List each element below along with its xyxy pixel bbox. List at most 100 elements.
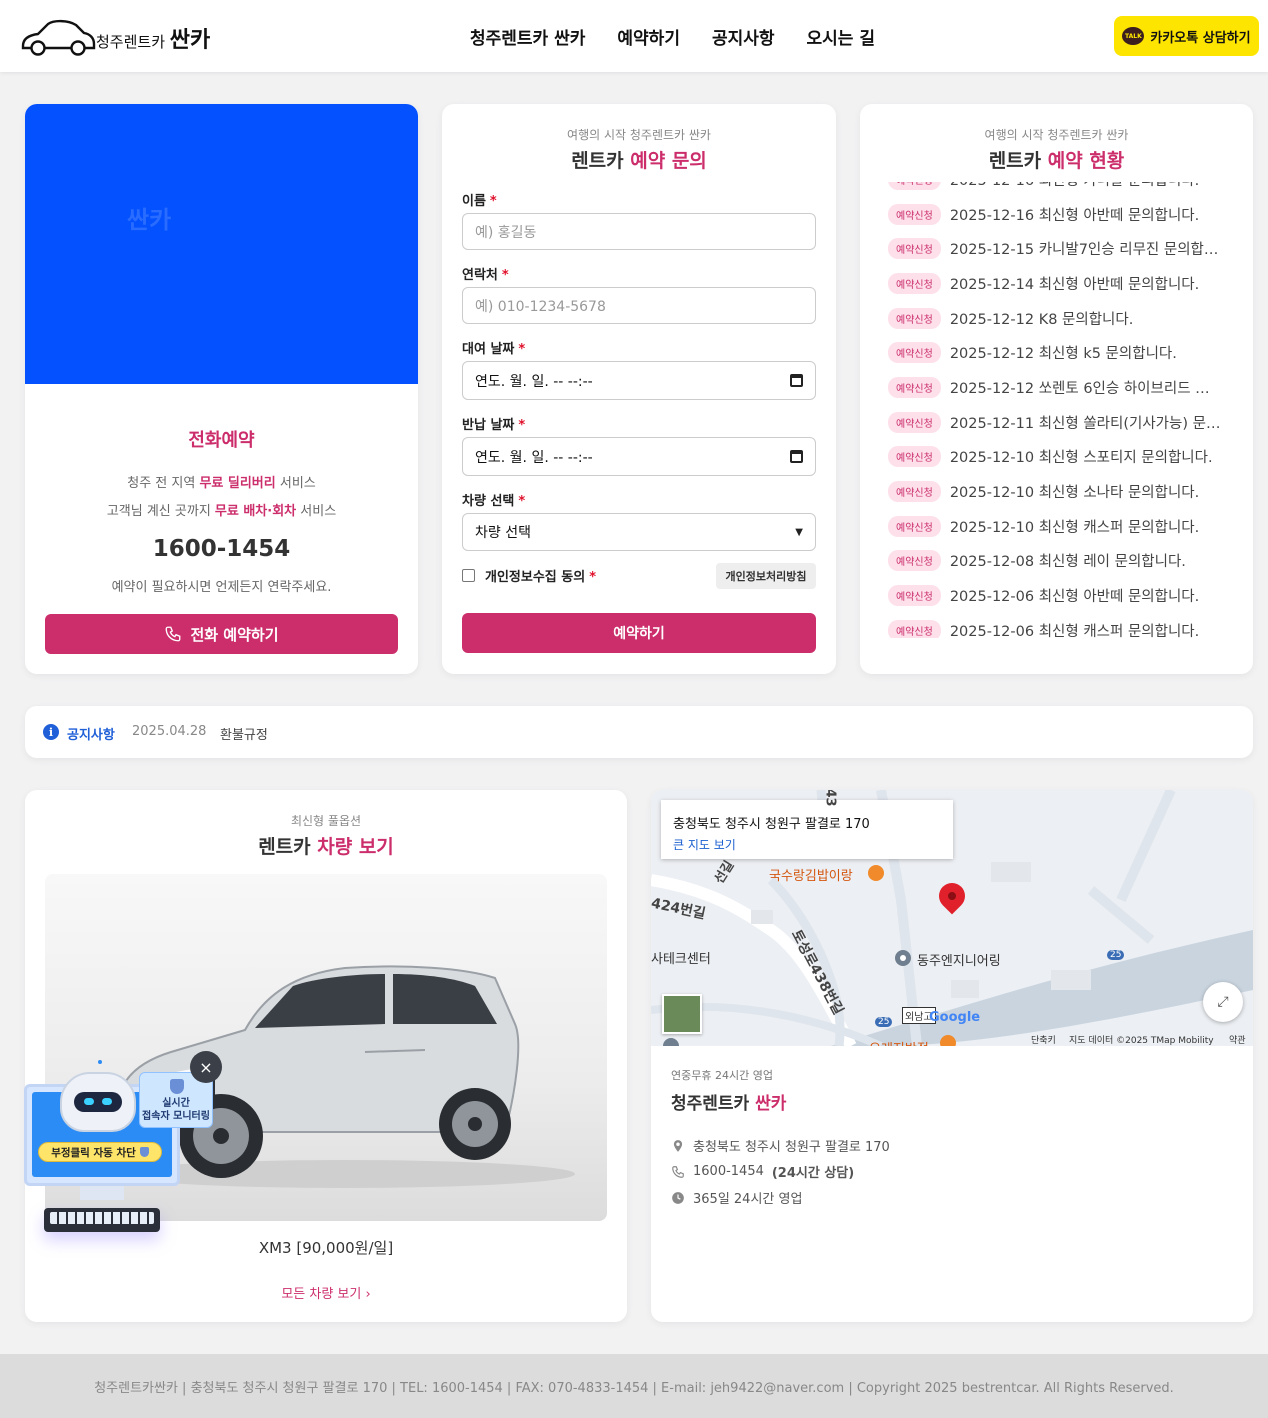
close-icon[interactable]: × [190,1051,222,1083]
kakao-consult-label: 카카오톡 상담하기 [1150,30,1251,46]
map-company-label[interactable]: 동주엔지니어링 [917,950,1001,969]
car-logo-icon [21,19,96,56]
calendar-icon[interactable] [790,374,803,387]
car-select[interactable]: 차량 선택 ▼ [462,513,816,551]
notice-item-link[interactable]: 환불규정 [220,724,268,743]
reservation-list-item[interactable]: 예약신청 2025-12-06 최신형 캐스퍼 문의합니다. [860,613,1253,638]
pickup-line-pre: 고객님 계신 곳까지 [106,504,215,519]
reservation-list-item[interactable]: 예약신청 2025-12-12 최신형 k5 문의합니다. [860,335,1253,370]
map-terms-link[interactable]: 약관 [1229,1033,1246,1046]
map-view[interactable]: 충청북도 청주시 청원구 팔결로 170 큰 지도 보기 국수랑김밥이랑 오레지… [651,790,1253,1046]
status-badge: 예약신청 [888,342,941,364]
return-date-input[interactable]: 연도. 월. 일. -- --:-- [462,437,816,476]
calendar-icon[interactable] [790,450,803,463]
map-poi-restaurant[interactable]: 국수랑김밥이랑 [769,865,853,884]
phone-icon [166,626,181,642]
info-icon: i [43,724,59,740]
nav-home[interactable]: 청주렌트카 싼카 [470,24,585,49]
map-route-marker: 25 [875,1017,893,1027]
kakao-consult-button[interactable]: TALK 카카오톡 상담하기 [1114,16,1259,56]
status-card-title: 렌트카 예약 현황 [860,146,1253,173]
map-info-popup: 충청북도 청주시 청원구 팔결로 170 큰 지도 보기 [661,800,953,859]
form-card-subtitle: 여행의 시작 청주렌트카 싼카 [567,128,711,142]
form-title-a: 렌트카 [571,150,631,172]
reservation-list-item[interactable]: 예약신청 2025-12-10 최신형 캐스퍼 문의합니다. [860,509,1253,544]
name-label-text: 이름 [462,194,486,209]
nav-directions[interactable]: 오시는 길 [807,24,875,49]
map-road-label: 43 [822,790,838,807]
monitor-widget[interactable]: 실시간 접속자 모니터링 부정클릭 자동 차단 × [22,1048,222,1248]
info-phone-row: 1600-1454 (24시간 상담) [671,1162,854,1181]
info-title-a: 청주렌트카 [671,1094,756,1114]
status-badge: 예약신청 [888,619,941,638]
satellite-toggle[interactable] [662,994,702,1034]
required-mark: * [518,494,526,509]
phone-reserve-label: 전화 예약하기 [190,625,279,644]
reservation-list-item[interactable]: 예약신청 2025-12-12 쏘렌토 6인승 하이브리드 문의합니다. [860,370,1253,405]
privacy-agree-checkbox[interactable] [462,569,475,582]
reservation-list-item[interactable]: 예약신청 2025-12-12 K8 문의합니다. [860,301,1253,336]
reservation-list-item[interactable]: 예약신청 2025-12-10 최신형 소나타 문의합니다. [860,474,1253,509]
submit-reservation-button[interactable]: 예약하기 [462,613,816,653]
main-nav: 청주렌트카 싼카 예약하기 공지사항 오시는 길 [470,24,875,49]
map-place-label: 사테크센터 [651,952,711,967]
chevron-down-icon: ▼ [795,526,803,538]
info-address: 충청북도 청주시 청원구 팔결로 170 [693,1140,890,1155]
contact-input[interactable]: 예) 010-1234-5678 [462,287,816,324]
shield-icon [170,1079,184,1094]
view-larger-map-link[interactable]: 큰 지도 보기 [673,836,736,853]
site-logo[interactable]: 청주렌트카 싼카 [20,14,240,58]
reservation-item-text: 2025-12-06 최신형 아반떼 문의합니다. [949,589,1200,606]
reservation-item-text: 2025-12-14 최신형 아반떼 문의합니다. [949,276,1200,293]
monitoring-line2: 접속자 모니터링 [142,1111,210,1122]
phone-reservation-card: 싼카 전화예약 청주 전 지역 무료 딜리버리 서비스 고객님 계신 곳까지 무… [25,104,418,674]
nav-notice[interactable]: 공지사항 [712,24,775,49]
reservation-list-item[interactable]: 예약신청 2025-12-16 최신형 카니발 문의합니다. [860,182,1253,197]
notice-label[interactable]: 공지사항 [67,724,115,743]
reservation-status-card: 여행의 시작 청주렌트카 싼카 렌트카 예약 현황 예약신청 2025-12-16… [860,104,1253,674]
info-phone[interactable]: 1600-1454 [693,1164,764,1179]
keyboard-keys [50,1212,154,1224]
status-badge: 예약신청 [888,411,941,433]
pickup-line: 고객님 계신 곳까지 무료 배차·회차 서비스 [25,500,418,519]
reservation-list[interactable]: 예약신청 2025-12-16 최신형 카니발 문의합니다. 예약신청 2025-12… [860,182,1253,638]
nav-reserve[interactable]: 예약하기 [617,24,680,49]
google-logo: Google [929,1010,981,1025]
reservation-list-item[interactable]: 예약신청 2025-12-10 최신형 스포티지 문의합니다. [860,440,1253,475]
reservation-list-item[interactable]: 예약신청 2025-12-14 최신형 아반떼 문의합니다. [860,266,1253,301]
all-cars-link[interactable]: 모든 차량 보기 › [25,1283,627,1302]
contact-label: 연락처 * [462,264,509,283]
info-phone-note: (24시간 상담) [771,1166,855,1181]
vehicles-card-subtitle: 최신형 풀옵션 [290,814,362,828]
privacy-policy-button[interactable]: 개인정보처리방침 [716,563,816,589]
map-route-marker: 25 [1107,950,1125,960]
status-title-b: 예약 현황 [1047,150,1125,172]
name-input[interactable]: 예) 홍길동 [462,213,816,250]
robot-eye-left [84,1098,94,1105]
reservation-list-item[interactable]: 예약신청 2025-12-16 최신형 아반떼 문의합니다. [860,197,1253,232]
notice-bar: i 공지사항 2025.04.28 환불규정 [25,706,1253,758]
info-title: 청주렌트카 싼카 [671,1089,786,1114]
phone-reserve-button[interactable]: 전화 예약하기 [45,614,398,654]
rent-date-label-text: 대여 날짜 [462,342,515,357]
required-mark: * [589,570,597,585]
pickup-line-strong: 무료 배차·회차 [214,504,297,519]
rent-date-input[interactable]: 연도. 월. 일. -- --:-- [462,361,816,400]
reservation-list-item[interactable]: 예약신청 2025-12-08 최신형 레이 문의합니다. [860,544,1253,579]
reservation-list-item[interactable]: 예약신청 2025-12-06 최신형 아반떼 문의합니다. [860,578,1253,613]
phone-note: 예약이 필요하시면 언제든지 연락주세요. [111,580,332,595]
info-hours: 365일 24시간 영업 [693,1192,803,1207]
status-title-a: 렌트카 [988,150,1048,172]
reservation-list-item[interactable]: 예약신청 2025-12-11 최신형 쏠라티(기사가능) 문의합니다. [860,405,1253,440]
info-title-b: 싼카 [755,1094,787,1114]
form-card-title: 렌트카 예약 문의 [442,146,836,173]
reservation-item-text: 2025-12-12 최신형 k5 문의합니다. [949,346,1177,363]
map-shortcuts-link[interactable]: 단축키 [1031,1033,1056,1046]
map-poi-restaurant2[interactable]: 오레지반점 [869,1038,929,1046]
status-badge: 예약신청 [888,272,941,294]
map-data-attribution: 지도 데이터 ©2025 TMap Mobility [1069,1036,1214,1046]
fullscreen-icon[interactable]: ⤢ [1203,982,1243,1022]
reservation-list-item[interactable]: 예약신청 2025-12-15 카니발7인승 리무진 문의합니다. [860,231,1253,266]
car-select-value: 차량 선택 [475,525,531,541]
robot-antenna [98,1060,102,1064]
